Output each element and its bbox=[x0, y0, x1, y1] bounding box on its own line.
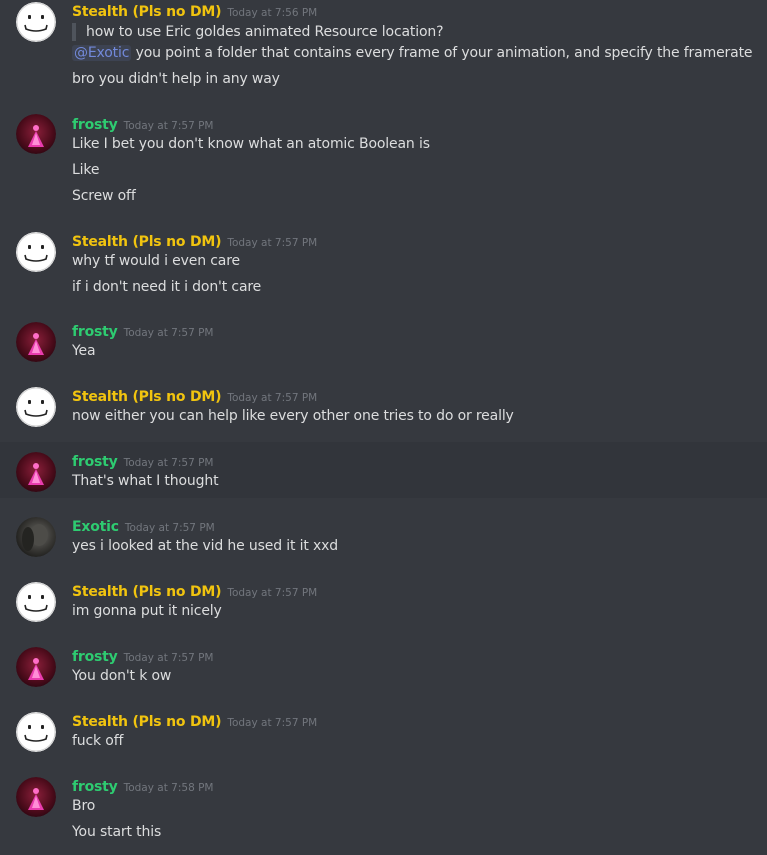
message-text: why tf would i even care bbox=[72, 253, 240, 269]
message-group: Stealth (Pls no DM) Today at 7:56 PM how … bbox=[0, 0, 767, 104]
message-text: now either you can help like every other… bbox=[72, 408, 514, 424]
pink-figure-avatar[interactable] bbox=[16, 322, 56, 362]
pink-figure-avatar[interactable] bbox=[16, 114, 56, 154]
quote-block: how to use Eric goldes animated Resource… bbox=[72, 23, 444, 41]
message-text: Yea bbox=[72, 343, 96, 359]
author-name[interactable]: Stealth (Pls no DM) bbox=[72, 714, 222, 730]
author-name[interactable]: Stealth (Pls no DM) bbox=[72, 234, 222, 250]
message-text: You start this bbox=[72, 824, 162, 840]
message-group: Stealth (Pls no DM) Today at 7:57 PM why … bbox=[0, 221, 767, 312]
message-text: Bro bbox=[72, 798, 96, 814]
message-text: That's what I thought bbox=[72, 473, 219, 489]
timestamp: Today at 7:57 PM bbox=[123, 652, 214, 664]
author-name[interactable]: Stealth (Pls no DM) bbox=[72, 584, 222, 600]
message-header: Stealth (Pls no DM) Today at 7:57 PM bbox=[72, 711, 317, 730]
message-header: Stealth (Pls no DM) Today at 7:57 PM bbox=[72, 231, 317, 250]
message-header: frosty Today at 7:57 PM bbox=[72, 646, 213, 665]
author-name[interactable]: frosty bbox=[72, 779, 118, 795]
timestamp: Today at 7:57 PM bbox=[227, 392, 318, 404]
timestamp: Today at 7:57 PM bbox=[227, 587, 318, 599]
message-text: @Exotic you point a folder that contains… bbox=[72, 45, 753, 61]
message-text: yes i looked at the vid he used it it xx… bbox=[72, 538, 339, 554]
message-text: if i don't need it i don't care bbox=[72, 279, 262, 295]
timestamp: Today at 7:57 PM bbox=[123, 457, 214, 469]
user-mention[interactable]: @Exotic bbox=[72, 45, 132, 61]
smiley-face-avatar[interactable] bbox=[16, 387, 56, 427]
message-group: frosty Today at 7:57 PM You don't k ow bbox=[0, 637, 767, 702]
timestamp: Today at 7:56 PM bbox=[227, 7, 318, 19]
message-header: Exotic Today at 7:57 PM bbox=[72, 516, 215, 535]
pink-figure-avatar[interactable] bbox=[16, 777, 56, 817]
author-name[interactable]: frosty bbox=[72, 117, 118, 133]
message-text: Like I bet you don't know what an atomic… bbox=[72, 136, 430, 152]
message-text: You don't k ow bbox=[72, 668, 172, 684]
message-text: Screw off bbox=[72, 188, 136, 204]
message-group: Exotic Today at 7:57 PM yes i looked at t… bbox=[0, 507, 767, 572]
message-header: Stealth (Pls no DM) Today at 7:56 PM bbox=[72, 1, 317, 20]
smiley-face-avatar[interactable] bbox=[16, 2, 56, 42]
message-header: Stealth (Pls no DM) Today at 7:57 PM bbox=[72, 386, 317, 405]
message-header: Stealth (Pls no DM) Today at 7:57 PM bbox=[72, 581, 317, 600]
message-group: Stealth (Pls no DM) Today at 7:57 PM fuck… bbox=[0, 702, 767, 767]
message-group: Stealth (Pls no DM) Today at 7:57 PM im g… bbox=[0, 572, 767, 637]
author-name[interactable]: Exotic bbox=[72, 519, 119, 535]
message-header: frosty Today at 7:58 PM bbox=[72, 776, 213, 795]
author-name[interactable]: Stealth (Pls no DM) bbox=[72, 389, 222, 405]
timestamp: Today at 7:57 PM bbox=[227, 717, 318, 729]
timestamp: Today at 7:58 PM bbox=[123, 782, 214, 794]
timestamp: Today at 7:57 PM bbox=[227, 237, 318, 249]
message-group: Stealth (Pls no DM) Today at 7:57 PM now … bbox=[0, 377, 767, 442]
timestamp: Today at 7:57 PM bbox=[123, 327, 214, 339]
message-group: frosty Today at 7:57 PM Like I bet you do… bbox=[0, 104, 767, 221]
message-group: frosty Today at 7:57 PM That's what I tho… bbox=[0, 442, 767, 498]
smiley-face-avatar[interactable] bbox=[16, 712, 56, 752]
message-header: frosty Today at 7:57 PM bbox=[72, 114, 213, 133]
pink-figure-avatar[interactable] bbox=[16, 647, 56, 687]
author-name[interactable]: Stealth (Pls no DM) bbox=[72, 4, 222, 20]
message-group: frosty Today at 7:58 PM Bro You start thi… bbox=[0, 767, 767, 855]
pink-figure-avatar[interactable] bbox=[16, 452, 56, 492]
message-header: frosty Today at 7:57 PM bbox=[72, 451, 213, 470]
smiley-face-avatar[interactable] bbox=[16, 232, 56, 272]
message-text: fuck off bbox=[72, 733, 124, 749]
smiley-face-avatar[interactable] bbox=[16, 582, 56, 622]
message-text: Like bbox=[72, 162, 100, 178]
author-name[interactable]: frosty bbox=[72, 454, 118, 470]
timestamp: Today at 7:57 PM bbox=[124, 522, 215, 534]
message-text: bro you didn't help in any way bbox=[72, 71, 280, 87]
author-name[interactable]: frosty bbox=[72, 649, 118, 665]
message-group: frosty Today at 7:57 PM Yea bbox=[0, 312, 767, 377]
message-text: im gonna put it nicely bbox=[72, 603, 222, 619]
author-name[interactable]: frosty bbox=[72, 324, 118, 340]
timestamp: Today at 7:57 PM bbox=[123, 120, 214, 132]
dark-photo-avatar[interactable] bbox=[16, 517, 56, 557]
message-header: frosty Today at 7:57 PM bbox=[72, 321, 213, 340]
message-text-rest: you point a folder that contains every f… bbox=[131, 45, 753, 61]
chat-messages: Stealth (Pls no DM) Today at 7:56 PM how … bbox=[0, 0, 767, 855]
